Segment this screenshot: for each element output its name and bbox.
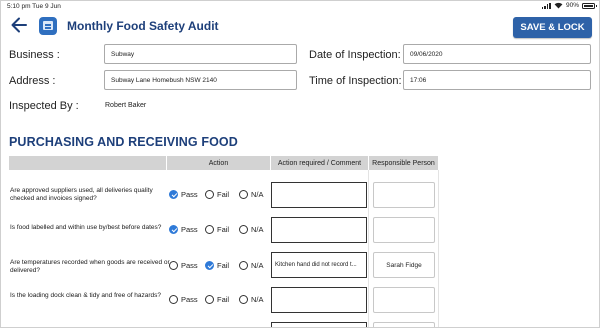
status-bar: 5:10 pm Tue 9 Jun 90% [1,1,599,12]
na-option[interactable]: N/A [239,190,264,199]
na-label: N/A [251,225,264,234]
business-label: Business : [9,49,60,61]
pass-label: Pass [181,295,198,304]
fail-label: Fail [217,225,230,234]
question-text: Is food labelled and within use by/best … [10,224,162,231]
time-label: Time of Inspection: [309,75,402,87]
inspected-by-label: Inspected By : [9,100,79,112]
date-field[interactable]: 09/06/2020 [403,44,591,64]
radio-empty-icon [205,295,214,304]
na-label: N/A [251,190,264,199]
time-field[interactable]: 17:06 [403,70,591,90]
radio-empty-icon [205,225,214,234]
comment-field[interactable] [271,182,367,208]
comment-field[interactable] [271,217,367,243]
header-action: Action [167,156,270,170]
radio-empty-icon [239,190,248,199]
na-option[interactable]: N/A [239,295,264,304]
radio-selected-icon [169,190,178,199]
pass-label: Pass [181,190,198,199]
radio-selected-icon [205,261,214,270]
radio-empty-icon [239,225,248,234]
fail-label: Fail [217,190,230,199]
inspected-by-value: Robert Baker [105,102,147,109]
fail-label: Fail [217,295,230,304]
comment-field[interactable] [271,287,367,313]
question-text: Are temperatures recorded when goods are… [10,259,170,274]
save-lock-button[interactable]: SAVE & LOCK [513,17,592,38]
header-question-col [9,156,166,170]
app-window: 5:10 pm Tue 9 Jun 90% Monthly Food Safet… [0,0,600,328]
radio-empty-icon [239,295,248,304]
na-label: N/A [251,261,264,270]
header-bar: Monthly Food Safety Audit SAVE & LOCK [1,13,599,39]
pass-option[interactable]: Pass [169,225,198,234]
address-label: Address : [9,75,56,87]
na-label: N/A [251,295,264,304]
person-field[interactable] [373,217,435,243]
status-time: 5:10 pm Tue 9 Jun [7,3,61,10]
fail-option[interactable]: Fail [205,261,229,270]
radio-empty-icon [169,261,178,270]
column-divider [368,170,369,327]
fail-option[interactable]: Fail [205,295,229,304]
header-comment: Action required / Comment [271,156,368,170]
date-label: Date of Inspection: [309,49,401,61]
pass-label: Pass [181,261,198,270]
header-person: Responsible Person [369,156,438,170]
pass-option[interactable]: Pass [169,295,198,304]
pass-option[interactable]: Pass [169,261,198,270]
signal-icon [541,2,551,9]
question-text: Are approved suppliers used, all deliver… [10,187,153,202]
column-divider [438,170,439,327]
radio-selected-icon [169,225,178,234]
comment-field[interactable] [271,322,367,327]
person-field[interactable] [373,182,435,208]
person-field[interactable]: Sarah Fidge [373,252,435,278]
back-arrow-icon[interactable] [9,15,29,35]
radio-empty-icon [239,261,248,270]
battery-icon [582,2,597,9]
fail-label: Fail [217,261,230,270]
pass-option[interactable]: Pass [169,190,198,199]
page-title: Monthly Food Safety Audit [67,19,219,33]
radio-empty-icon [205,190,214,199]
na-option[interactable]: N/A [239,261,264,270]
person-field[interactable] [373,322,435,327]
app-logo-icon [39,17,57,35]
wifi-icon [554,2,563,9]
fail-option[interactable]: Fail [205,225,229,234]
address-field[interactable]: Subway Lane Homebush NSW 2140 [104,70,297,90]
question-text: Is the loading dock clean & tidy and fre… [10,292,162,299]
person-field[interactable] [373,287,435,313]
section-title: PURCHASING AND RECEIVING FOOD [9,135,238,149]
comment-field[interactable]: Kitchen hand did not record t... [271,252,367,278]
fail-option[interactable]: Fail [205,190,229,199]
na-option[interactable]: N/A [239,225,264,234]
business-field[interactable]: Subway [104,44,297,64]
battery-percent: 90% [565,2,579,9]
pass-label: Pass [181,225,198,234]
radio-empty-icon [169,295,178,304]
status-icons: 90% [541,2,597,9]
